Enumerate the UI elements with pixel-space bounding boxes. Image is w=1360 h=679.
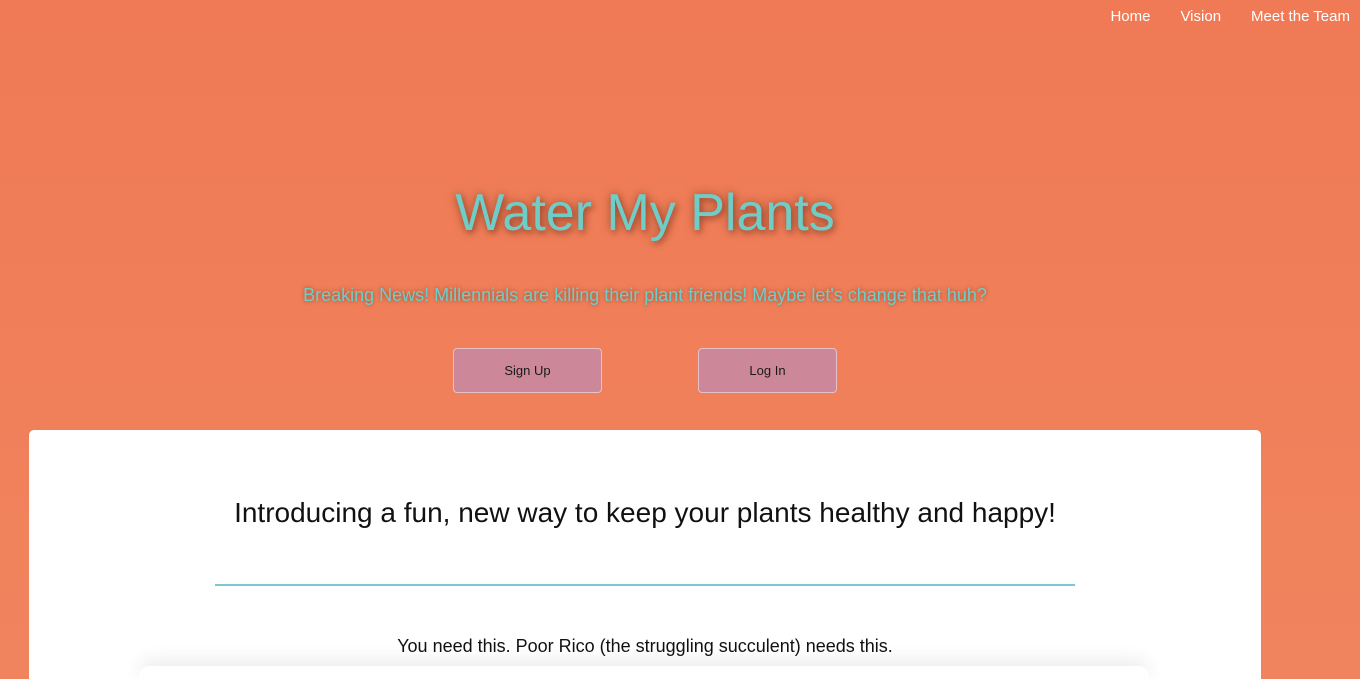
inner-panel-shadow [139, 666, 1149, 679]
intro-divider [215, 584, 1075, 586]
hero-title: Water My Plants [455, 184, 835, 242]
intro-card: Introducing a fun, new way to keep your … [29, 430, 1261, 679]
hero-subtitle: Breaking News! Millennials are killing t… [303, 285, 987, 305]
intro-text: You need this. Poor Rico (the struggling… [397, 636, 893, 656]
intro-heading: Introducing a fun, new way to keep your … [234, 497, 1056, 528]
log-in-button[interactable]: Log In [698, 348, 837, 393]
top-nav: Home Vision Meet the Team [1110, 8, 1350, 25]
nav-home-link[interactable]: Home [1110, 8, 1150, 25]
nav-meet-the-team-link[interactable]: Meet the Team [1251, 8, 1350, 25]
nav-vision-link[interactable]: Vision [1180, 8, 1221, 25]
page: { "nav": { "items": [ {"label": "Home"},… [0, 0, 1360, 679]
sign-up-button[interactable]: Sign Up [453, 348, 602, 393]
